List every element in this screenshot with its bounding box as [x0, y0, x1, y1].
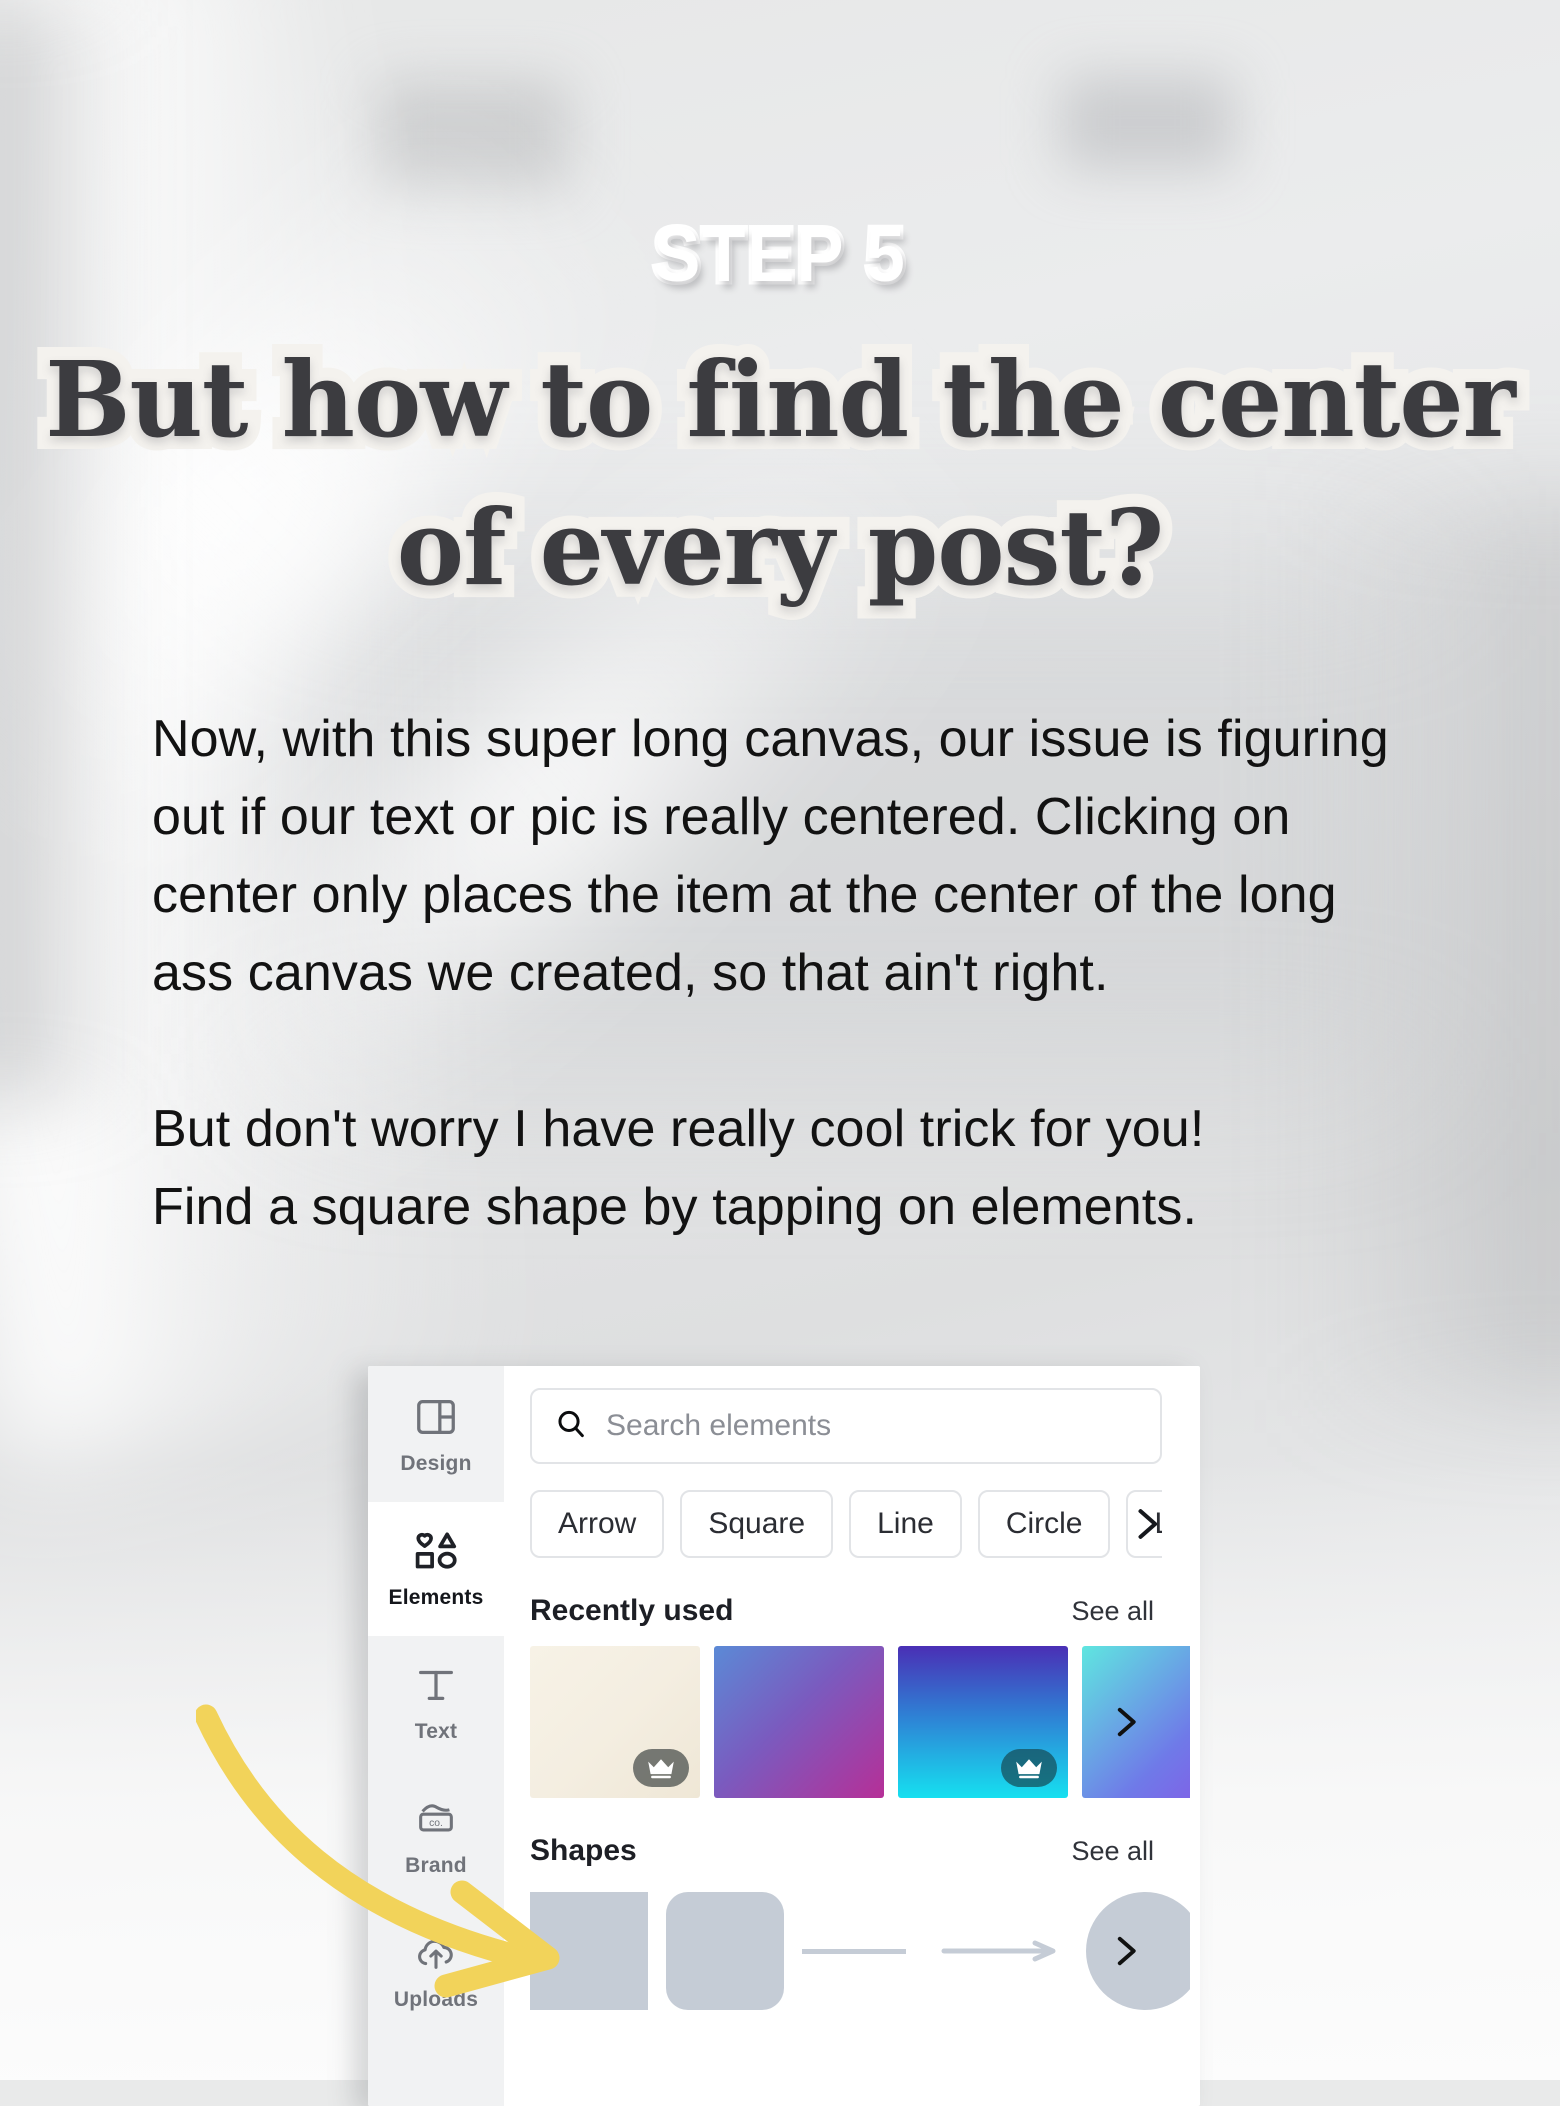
recently-used-title: Recently used: [530, 1594, 734, 1627]
headline-sticker-text: But how to find the center of every post…: [23, 325, 1536, 622]
line-shape[interactable]: [802, 1892, 920, 2010]
sidebar-label-uploads: Uploads: [393, 1988, 479, 2011]
body-line-1: Now, with this super long canvas, our is…: [152, 710, 1389, 768]
premium-crown-icon: [633, 1749, 689, 1787]
headline-line-2: of every post?: [384, 473, 1177, 622]
recently-used-see-all[interactable]: See all: [1071, 1596, 1154, 1627]
svg-text:co.: co.: [429, 1818, 443, 1829]
category-chip-row[interactable]: Arrow Square Line Circle Le: [530, 1490, 1162, 1558]
layout-icon: [413, 1394, 459, 1440]
shapes-see-all[interactable]: See all: [1071, 1836, 1154, 1867]
chip-arrow[interactable]: Arrow: [530, 1490, 665, 1558]
chevron-right-icon[interactable]: [1104, 1930, 1146, 1972]
body-line-3: center only places the item at the cente…: [152, 866, 1337, 924]
text-t-icon: [413, 1662, 459, 1708]
search-placeholder: Search elements: [606, 1409, 832, 1442]
search-icon: [554, 1407, 588, 1446]
cream-texture-thumb[interactable]: [530, 1646, 700, 1798]
violet-cyan-thumb[interactable]: [898, 1646, 1068, 1798]
chip-circle[interactable]: Circle: [977, 1490, 1111, 1558]
sidebar-item-brand[interactable]: co. Brand: [368, 1770, 504, 1904]
recently-used-thumb-row[interactable]: [530, 1646, 1190, 1798]
premium-crown-icon: [1001, 1749, 1057, 1787]
sidebar-label-brand: Brand: [405, 1854, 467, 1877]
sidebar-item-uploads[interactable]: Uploads: [368, 1904, 504, 2038]
body-line-4: ass canvas we created, so that ain't rig…: [152, 944, 1109, 1002]
sidebar-item-elements[interactable]: Elements: [368, 1502, 504, 1636]
canva-main-column: Search elements Arrow Square Line Circle…: [504, 1366, 1200, 2106]
sidebar-label-elements: Elements: [388, 1586, 484, 1609]
sidebar-item-text[interactable]: Text: [368, 1636, 504, 1770]
shapes-row[interactable]: [530, 1886, 1190, 2016]
headline-line-1: But how to find the center: [33, 325, 1529, 474]
upload-cloud-icon: [413, 1930, 459, 1976]
shapes-title: Shapes: [530, 1834, 637, 1867]
canva-sidebar: Design Elements Text co. Brand Uploads: [368, 1366, 504, 2106]
sidebar-item-design[interactable]: Design: [368, 1368, 504, 1502]
rounded-square-shape[interactable]: [666, 1892, 784, 2010]
sidebar-label-design: Design: [400, 1452, 472, 1475]
chevron-right-icon[interactable]: [1124, 1502, 1162, 1546]
sidebar-label-text: Text: [414, 1720, 458, 1743]
square-shape[interactable]: [530, 1892, 648, 2010]
chip-line[interactable]: Line: [849, 1490, 962, 1558]
body-line-2: out if our text or pic is really centere…: [152, 788, 1291, 846]
recently-used-header: Recently used See all: [530, 1594, 1162, 1628]
brand-co-icon: co.: [413, 1796, 459, 1842]
body-line-6: Find a square shape by tapping on elemen…: [152, 1178, 1197, 1236]
search-input[interactable]: Search elements: [530, 1388, 1162, 1464]
canva-elements-panel: Design Elements Text co. Brand Uploads S…: [368, 1366, 1200, 2106]
shapes-icon: [413, 1528, 459, 1574]
arrow-shape[interactable]: [938, 1892, 1068, 2010]
chevron-right-icon[interactable]: [1104, 1701, 1146, 1743]
step-label: STEP 5: [650, 210, 908, 302]
body-copy: Now, with this super long canvas, our is…: [152, 700, 1442, 1246]
chip-square[interactable]: Square: [680, 1490, 834, 1558]
body-line-5: But don't worry I have really cool trick…: [152, 1100, 1205, 1158]
shapes-header: Shapes See all: [530, 1834, 1162, 1868]
blue-magenta-thumb[interactable]: [714, 1646, 884, 1798]
